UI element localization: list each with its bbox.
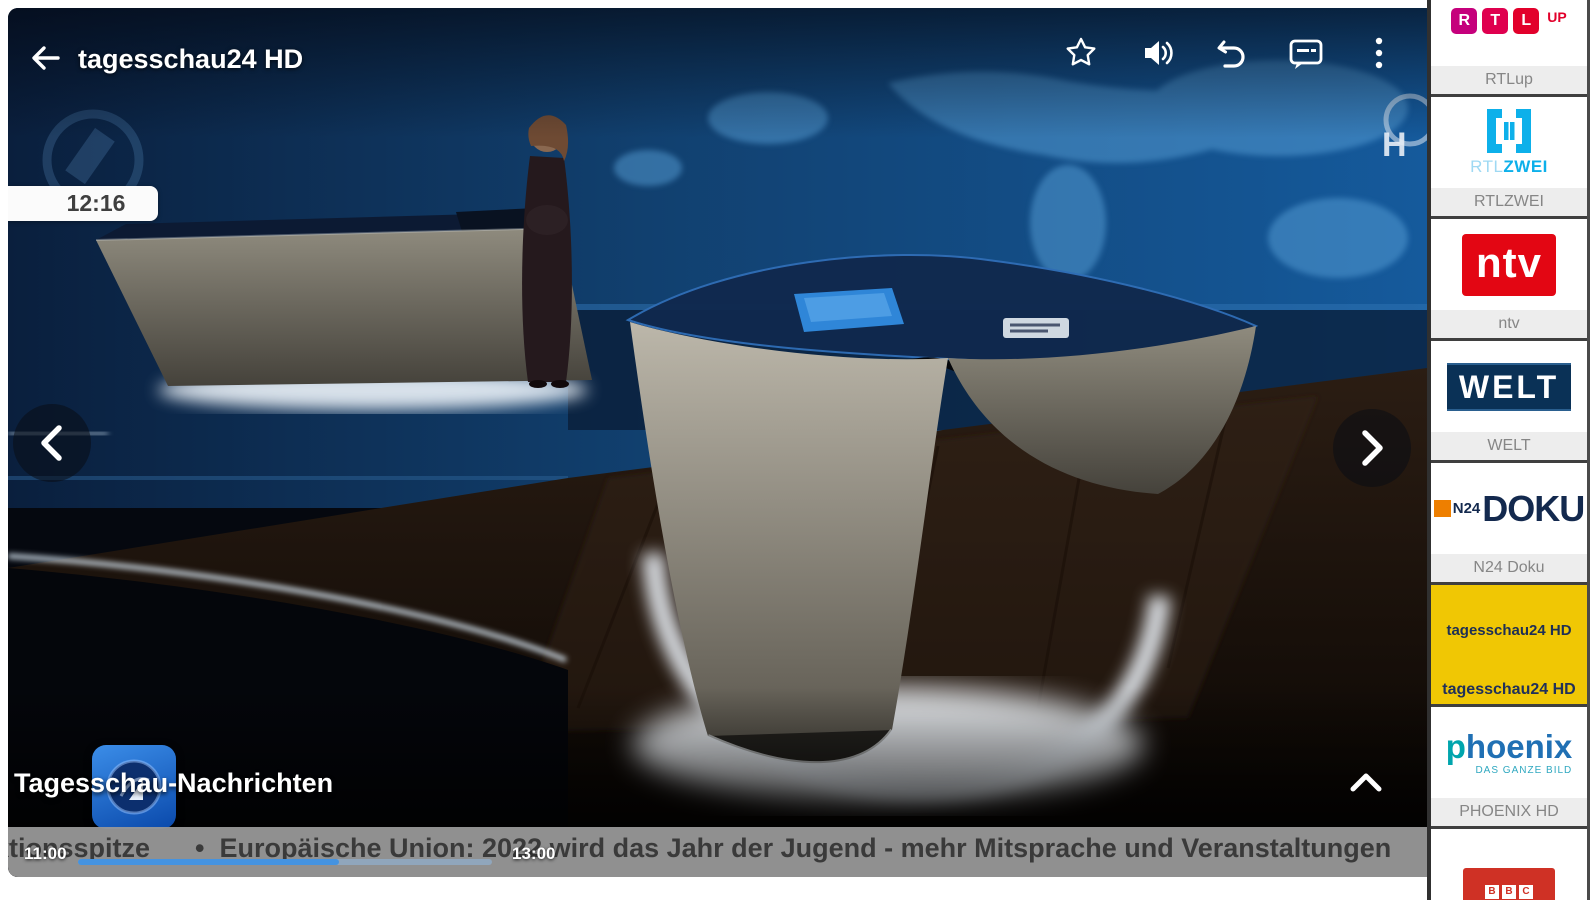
n24-logo-part2: DOKU [1482,487,1585,529]
replay-icon [1217,40,1245,68]
phoenix-logo: phoenix DAS GANZE BILD [1431,707,1587,798]
bbcworld-logo: B B C WORLD [1431,829,1587,900]
ntv-logo: ntv [1431,219,1587,310]
rtlzwei-word-part1: RTL [1470,156,1504,176]
channel-card-welt[interactable]: WELT WELT [1431,341,1587,463]
channel-label: RTLup [1431,66,1587,94]
progress-bar[interactable] [78,859,492,865]
phoenix-logo-subtitle: DAS GANZE BILD [1475,764,1573,776]
next-channel-button[interactable] [1333,409,1411,487]
channel-card-rtlzwei[interactable]: RTLZWEI RTLZWEI [1431,97,1587,219]
star-icon [1066,37,1096,66]
tagesschau24-logo-text: tagesschau24 HD [1446,622,1572,639]
partial-video-letter: H [1382,126,1407,164]
bbc-letter-block: C [1519,884,1533,899]
rtlzwei-logo: RTLZWEI [1431,97,1587,188]
current-time-badge: 12:16 [8,186,158,221]
program-start-time: 11:00 [24,844,67,863]
live-tv-app: H tagesschau24 HD 12:16 Tagesschau-Nachr… [0,0,1594,900]
channel-card-n24doku[interactable]: N24 DOKU N24 Doku [1431,463,1587,585]
channel-label: WELT [1431,432,1587,460]
chevron-left-icon [41,425,62,461]
channel-card-rtlup[interactable]: R T L UP RTLup [1431,0,1587,97]
video-player[interactable]: H tagesschau24 HD 12:16 Tagesschau-Nachr… [8,8,1427,877]
channel-rail: R T L UP RTLup RTLZWEI RTLZWEI ntv ntv W… [1427,0,1590,900]
three-dots-icon [1375,37,1383,69]
bbc-letter-block: B [1485,884,1499,899]
ntv-logo-text: ntv [1462,233,1556,296]
channel-label: ntv [1431,310,1587,338]
subtitles-bubble-icon [1289,39,1323,69]
n24-logo-part1: N24 [1452,500,1481,517]
expand-panel-button[interactable] [1348,768,1386,800]
channel-label: N24 Doku [1431,554,1587,582]
news-ticker-bar: ktionsspitze • Europäische Union: 2022 w… [8,827,1427,877]
rtl-letter-box: R [1451,7,1478,34]
channel-label: RTLZWEI [1431,188,1587,216]
back-button[interactable] [28,40,68,80]
favorite-button[interactable] [1061,33,1101,73]
channel-sidebar: R T L UP RTLup RTLZWEI RTLZWEI ntv ntv W… [1427,0,1590,900]
channel-title: tagesschau24 HD [78,44,304,74]
welt-logo: WELT [1431,341,1587,432]
program-end-time: 13:00 [512,844,556,863]
progress-fill [78,859,339,865]
replay-button[interactable] [1211,33,1251,73]
volume-icon [1145,41,1173,65]
tagesschau24-logo: tagesschau24 HD [1431,585,1587,676]
program-title: Tagesschau-Nachrichten [14,768,334,798]
chevron-right-icon [1362,430,1383,466]
subtitles-button[interactable] [1286,33,1326,73]
rtlzwei-word-part2: ZWEI [1503,156,1548,176]
welt-logo-text: WELT [1447,362,1571,411]
channel-card-ntv[interactable]: ntv ntv [1431,219,1587,341]
rtl-up-suffix: UP [1547,8,1567,25]
rtlzwei-bracket-icon [1487,108,1531,153]
back-arrow-icon [32,46,60,70]
previous-channel-button[interactable] [13,404,91,482]
n24-orange-square [1433,500,1451,517]
rtl-letter-box: T [1482,7,1509,34]
channel-card-phoenix[interactable]: phoenix DAS GANZE BILD PHOENIX HD [1431,707,1587,829]
bbc-letter-block: B [1502,884,1516,899]
volume-button[interactable] [1136,33,1176,73]
overflow-menu-button[interactable] [1366,33,1392,73]
n24doku-logo: N24 DOKU [1431,463,1587,554]
channel-label: tagesschau24 HD [1442,681,1576,698]
bottom-scrim [8,687,1427,827]
phoenix-logo-text: phoenix [1445,727,1573,765]
rtl-letter-box: L [1513,7,1540,34]
channel-label: PHOENIX HD [1431,798,1587,826]
channel-card-bbcworld[interactable]: B B C WORLD [1431,829,1587,900]
rtlup-logo: R T L UP [1431,0,1587,66]
chevron-up-icon [1350,773,1382,792]
channel-card-tagesschau24[interactable]: tagesschau24 HD tagesschau24 HD [1431,585,1587,707]
